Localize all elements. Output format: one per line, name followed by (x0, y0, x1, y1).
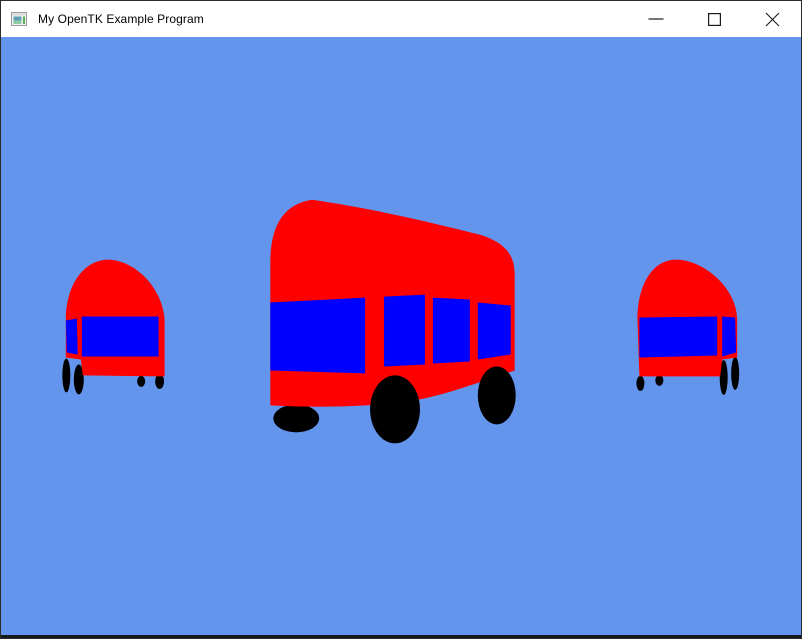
icon-title-strip (13, 14, 26, 16)
close-button[interactable] (743, 1, 801, 37)
minimize-icon (648, 18, 664, 20)
bus-left-front-window (82, 317, 159, 357)
maximize-icon (708, 13, 721, 26)
bus-center-front-wheel (370, 375, 420, 443)
bus-right-wheel (636, 376, 644, 391)
bus-right-side-window (722, 317, 736, 357)
minimize-button[interactable] (627, 1, 685, 37)
icon-green-bar (23, 17, 25, 25)
winforms-app-icon (11, 11, 27, 27)
bus-left-wheel (137, 376, 145, 387)
maximize-button[interactable] (685, 1, 743, 37)
bus-center-rear-wheel (273, 404, 319, 432)
bus-right-front-window (639, 317, 717, 358)
opengl-render-viewport[interactable] (1, 37, 801, 635)
bus-center-back-wheel (478, 366, 516, 424)
bus-left-wheel (62, 358, 70, 392)
app-icon[interactable] (11, 11, 27, 27)
close-icon (765, 12, 780, 27)
titlebar[interactable]: My OpenTK Example Program (1, 1, 801, 37)
bus-left-side-window (66, 319, 78, 355)
bus-center-side-window (384, 295, 425, 367)
window-controls (627, 1, 801, 37)
icon-content-highlight (14, 21, 22, 25)
bus-right-wheel (655, 375, 663, 386)
screen-bottom-edge (1, 635, 801, 638)
window-title: My OpenTK Example Program (38, 12, 204, 26)
bus-center-side-window (478, 303, 511, 360)
app-window: My OpenTK Example Program (0, 0, 802, 639)
bus-right-wheel (731, 357, 739, 390)
bus-center-side-window (433, 298, 470, 364)
bus-center-front-window (270, 298, 365, 374)
